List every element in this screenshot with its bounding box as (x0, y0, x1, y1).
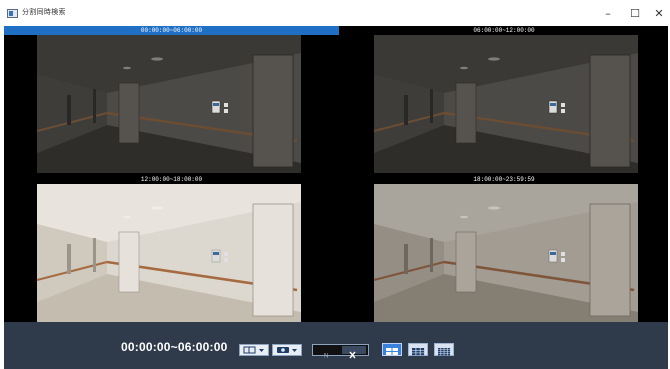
layout-3x3-button[interactable] (408, 343, 428, 356)
video-pane-2[interactable]: 06:00:00~12:00:00 (340, 26, 668, 174)
camera-icon (277, 347, 297, 353)
export-button[interactable] (239, 344, 269, 356)
pane-time-label: 00:00:00~06:00:00 (4, 26, 339, 35)
video-pane-4[interactable]: 18:00:00~23:59:59 (340, 175, 668, 322)
video-pane-3[interactable]: 12:00:00~18:00:00 (4, 175, 339, 322)
time-range-readout: 00:00:00~06:00:00 (121, 340, 228, 354)
pane-time-label: 18:00:00~23:59:59 (340, 175, 668, 184)
camera-frame (37, 35, 301, 173)
layout-2x2-button[interactable] (382, 343, 402, 356)
grid-2x2-icon (386, 348, 398, 355)
slow-icon: N (324, 354, 328, 360)
snapshot-button[interactable] (272, 344, 302, 356)
speed-slow-segment[interactable]: N (315, 346, 339, 360)
camera-frame (374, 35, 638, 173)
layout-4x4-button[interactable] (434, 343, 454, 356)
video-grid: 00:00:00~06:00:00 06:00:00~12:00:00 12:0… (4, 26, 668, 322)
pane-time-label: 12:00:00~18:00:00 (4, 175, 339, 184)
pane-time-label: 06:00:00~12:00:00 (340, 26, 668, 35)
maximize-button[interactable]: ☐ (624, 5, 646, 23)
window-title: 分割同時検索 (22, 9, 66, 16)
speed-fast-segment[interactable] (342, 346, 366, 359)
minimize-button[interactable]: – (597, 5, 619, 23)
playback-speed-control[interactable]: N (312, 344, 369, 360)
grid-3x3-icon (412, 348, 425, 356)
video-pane-1[interactable]: 00:00:00~06:00:00 (4, 26, 339, 174)
control-bar: 00:00:00~06:00:00 N (4, 322, 668, 369)
grid-4x4-icon (438, 348, 451, 356)
export-icon (243, 346, 264, 354)
fast-icon (349, 351, 356, 359)
app-icon (7, 9, 18, 18)
title-bar: 分割同時検索 – ☐ ✕ (0, 0, 670, 26)
svg-text:N: N (324, 354, 328, 360)
close-button[interactable]: ✕ (648, 5, 670, 23)
camera-frame (374, 184, 638, 322)
camera-frame (37, 184, 301, 322)
